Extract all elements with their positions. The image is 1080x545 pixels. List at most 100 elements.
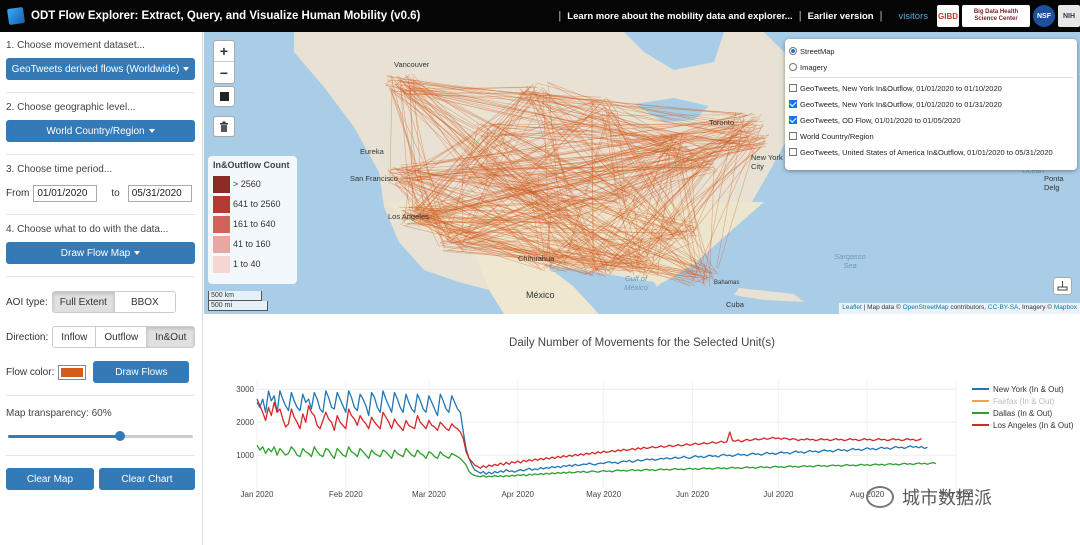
y-tick-label: 1000 — [236, 451, 254, 460]
overlay-layer[interactable]: GeoTweets, New York In&Outflow, 01/01/20… — [789, 80, 1073, 96]
direction-outflow[interactable]: Outflow — [96, 327, 148, 347]
transparency-slider[interactable] — [6, 429, 195, 443]
osm-link[interactable]: OpenStreetMap — [903, 304, 949, 311]
clear-chart-button[interactable]: Clear Chart — [99, 468, 195, 490]
draw-rectangle-button[interactable] — [213, 86, 235, 107]
place-label: Ponta Delg — [1044, 174, 1064, 192]
license-link[interactable]: CC-BY-SA — [988, 304, 1018, 311]
flow-color-swatch — [61, 367, 84, 377]
flow-count-legend: In&Outflow Count > 2560 641 to 2560 161 to… — [208, 156, 297, 284]
dataset-dropdown[interactable]: GeoTweets derived flows (Worldwide) — [6, 58, 195, 80]
place-label: Los Angeles — [388, 212, 429, 221]
nsf-logo[interactable]: NSF — [1033, 5, 1055, 27]
place-label: Vancouver — [394, 60, 430, 69]
gibd-logo[interactable]: GIBD — [937, 5, 959, 27]
delete-layers-button[interactable] — [213, 116, 235, 137]
legend-swatch — [213, 235, 230, 253]
nav-separator: | — [798, 10, 802, 22]
action-dropdown[interactable]: Draw Flow Map — [6, 242, 195, 264]
place-label: México — [526, 290, 555, 300]
legend-line-swatch — [972, 424, 989, 426]
download-button[interactable] — [1053, 277, 1072, 295]
legend-items: > 2560 641 to 2560 161 to 640 41 to 160 1 to… — [213, 174, 292, 274]
overlay-layer[interactable]: GeoTweets, OD Flow, 01/01/2020 to 01/05/… — [789, 112, 1073, 128]
zoom-in-button[interactable]: + — [214, 41, 234, 62]
legend-label: > 2560 — [233, 179, 261, 189]
from-date-input[interactable] — [33, 185, 98, 202]
place-label: Toronto — [709, 118, 735, 127]
x-tick-label: Jun 2020 — [676, 490, 709, 499]
aoi-full-extent[interactable]: Full Extent — [52, 292, 115, 312]
attribution-text: , Imagery © — [1018, 304, 1053, 311]
movement-chart: Daily Number of Movements for the Select… — [204, 316, 1080, 545]
legend-item: 161 to 640 — [213, 214, 292, 234]
to-date-input[interactable] — [127, 185, 192, 202]
clear-map-button[interactable]: Clear Map — [6, 468, 94, 490]
visitors-link[interactable]: visitors — [898, 11, 928, 22]
aoi-bbox[interactable]: BBOX — [114, 292, 175, 312]
checkbox[interactable] — [789, 148, 797, 156]
chart-legend-item[interactable]: Dallas (In & Out) — [972, 407, 1074, 419]
geographic-level-dropdown[interactable]: World Country/Region — [6, 120, 195, 142]
mapbox-link[interactable]: Mapbox — [1054, 304, 1077, 311]
x-tick-label: Apr 2020 — [501, 490, 534, 499]
watermark: 城市数据派 — [866, 484, 992, 510]
chart-legend-item[interactable]: New York (In & Out) — [972, 383, 1074, 395]
big-data-health-logo[interactable]: Big Data Health Science Center — [962, 5, 1030, 27]
download-icon — [1057, 281, 1068, 291]
chart-legend-item[interactable]: Fairfax (In & Out) — [972, 395, 1074, 407]
flow-color-picker[interactable] — [58, 364, 87, 380]
layer-label: GeoTweets, New York In&Outflow, 01/01/20… — [800, 83, 1002, 93]
radio-selected[interactable] — [789, 47, 797, 55]
direction-inflow[interactable]: Inflow — [53, 327, 97, 347]
nih-logo[interactable]: NIH — [1058, 5, 1080, 27]
aoi-row: AOI type: Full Extent BBOX — [6, 291, 195, 313]
chart-legend-item[interactable]: Los Angeles (In & Out) — [972, 419, 1074, 431]
legend-label: 1 to 40 — [233, 259, 261, 269]
place-label: Bahamas — [714, 280, 740, 286]
checkbox[interactable] — [789, 84, 797, 92]
divider — [6, 154, 195, 155]
layer-label: World Country/Region — [800, 131, 874, 141]
legend-item: 1 to 40 — [213, 254, 292, 274]
slider-thumb[interactable] — [114, 431, 125, 441]
x-tick-label: Feb 2020 — [329, 490, 363, 499]
direction-row: Direction: Inflow Outflow In&Out — [6, 326, 195, 348]
radio[interactable] — [789, 63, 797, 71]
zoom-out-button[interactable]: − — [214, 62, 234, 83]
checkbox[interactable] — [789, 132, 797, 140]
checkbox-checked[interactable] — [789, 100, 797, 108]
dataset-dropdown-label: GeoTweets derived flows (Worldwide) — [11, 63, 180, 75]
direction-inout[interactable]: In&Out — [147, 327, 195, 347]
zoom-control: + − — [213, 40, 235, 84]
legend-line-swatch — [972, 388, 989, 390]
step2-label: 2. Choose geographic level... — [6, 102, 136, 113]
overlay-layer[interactable]: World Country/Region — [789, 128, 1073, 144]
aoi-label: AOI type: — [6, 296, 48, 308]
overlay-layer[interactable]: GeoTweets, United States of America In&O… — [789, 144, 1073, 160]
sea-label: Gulf of México — [624, 274, 648, 292]
legend-line-swatch — [972, 400, 989, 402]
earlier-version-link[interactable]: Earlier version — [808, 11, 874, 22]
leaflet-link[interactable]: Leaflet — [842, 304, 862, 311]
legend-swatch — [213, 255, 230, 273]
place-label: Eureka — [360, 147, 384, 156]
layer-label: GeoTweets, OD Flow, 01/01/2020 to 01/05/… — [800, 115, 961, 125]
base-layer-imagery[interactable]: Imagery — [789, 59, 1073, 75]
overlay-layer[interactable]: GeoTweets, New York In&Outflow, 01/01/20… — [789, 96, 1073, 112]
base-layer-streetmap[interactable]: StreetMap — [789, 43, 1073, 59]
chart-legend-label: Fairfax (In & Out) — [993, 396, 1055, 406]
learn-more-link[interactable]: Learn more about the mobility data and e… — [567, 11, 792, 22]
draw-flows-button[interactable]: Draw Flows — [93, 361, 190, 383]
place-label: Cuba — [726, 300, 744, 309]
flow-color-label: Flow color: — [6, 366, 55, 378]
flow-map[interactable]: + − In&Outflow Count > 2560 641 to 2560 16… — [204, 32, 1080, 314]
legend-item: 41 to 160 — [213, 234, 292, 254]
y-tick-label: 2000 — [236, 418, 254, 427]
date-range-row: From to — [6, 185, 195, 202]
caret-down-icon — [148, 129, 155, 133]
layer-control: StreetMap Imagery GeoTweets, New York In… — [785, 39, 1077, 170]
watermark-text: 城市数据派 — [902, 488, 992, 508]
transparency-label: Map transparency: 60% — [6, 408, 112, 419]
checkbox-checked[interactable] — [789, 116, 797, 124]
